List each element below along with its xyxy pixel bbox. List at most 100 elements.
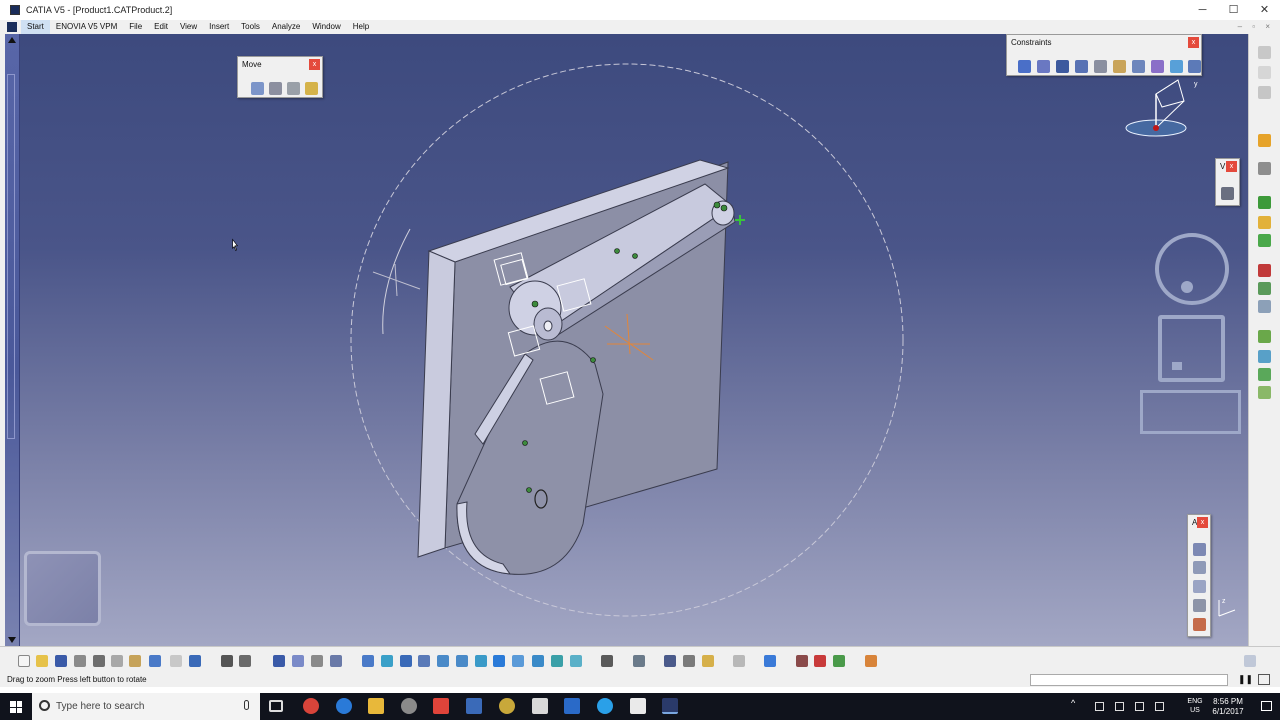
catalog-browser-icon[interactable] bbox=[330, 655, 342, 667]
battery-icon[interactable] bbox=[1095, 702, 1104, 711]
rotate-view-widget[interactable] bbox=[1155, 233, 1229, 305]
taskbar-clock[interactable]: 8:56 PM 6/1/2017 bbox=[1208, 697, 1248, 717]
model-view[interactable] bbox=[5, 34, 1248, 646]
clash-icon[interactable] bbox=[305, 82, 318, 95]
v-toolbar-close-button[interactable]: x bbox=[1226, 161, 1237, 172]
new-component-icon[interactable] bbox=[1258, 216, 1271, 229]
chrome-icon[interactable] bbox=[303, 698, 319, 714]
explode-icon[interactable] bbox=[287, 82, 300, 95]
menu-help[interactable]: Help bbox=[347, 20, 375, 34]
cut-icon[interactable] bbox=[93, 655, 105, 667]
pdf-app-icon[interactable] bbox=[433, 698, 449, 714]
fly-icon[interactable] bbox=[362, 655, 374, 667]
compass[interactable]: y x bbox=[1120, 74, 1200, 139]
tree-thumbnail[interactable] bbox=[24, 551, 101, 626]
menu-window[interactable]: Window bbox=[306, 20, 346, 34]
tools-app-icon[interactable] bbox=[532, 698, 548, 714]
catalog-icon[interactable] bbox=[1258, 162, 1271, 175]
product-icon[interactable] bbox=[1258, 86, 1271, 99]
pause-icon[interactable]: ❚❚ bbox=[1238, 674, 1253, 685]
notifications-icon[interactable] bbox=[1261, 701, 1272, 711]
menu-view[interactable]: View bbox=[174, 20, 203, 34]
network-icon[interactable] bbox=[1115, 702, 1124, 711]
angle-constraint-icon[interactable] bbox=[1075, 60, 1088, 73]
comment-icon[interactable] bbox=[239, 655, 251, 667]
rotate-icon[interactable] bbox=[418, 655, 430, 667]
3d-viewport[interactable]: Move x Constraints x V x A x y z bbox=[5, 34, 1248, 646]
undo-icon[interactable] bbox=[149, 655, 161, 667]
graph-tree-icon[interactable] bbox=[1258, 282, 1271, 295]
reorder-icon[interactable] bbox=[1258, 368, 1271, 381]
zoom-view-widget[interactable] bbox=[1140, 390, 1241, 434]
edge-icon[interactable] bbox=[336, 698, 352, 714]
whats-this-icon[interactable] bbox=[189, 655, 201, 667]
select-icon[interactable] bbox=[1258, 46, 1271, 59]
offset-constraint-icon[interactable] bbox=[1056, 60, 1069, 73]
movie-app-icon[interactable] bbox=[630, 698, 646, 714]
existing-component-icon[interactable] bbox=[1258, 196, 1271, 209]
grid-icon[interactable] bbox=[865, 655, 877, 667]
measure-icon[interactable] bbox=[311, 655, 323, 667]
task-view-icon[interactable] bbox=[269, 700, 283, 712]
manage-representations-icon[interactable] bbox=[633, 655, 645, 667]
print-icon[interactable] bbox=[74, 655, 86, 667]
language-indicator[interactable]: ENG US bbox=[1185, 697, 1205, 715]
zoom-in-icon[interactable] bbox=[437, 655, 449, 667]
fit-all-icon[interactable] bbox=[381, 655, 393, 667]
distance-icon[interactable] bbox=[664, 655, 676, 667]
menu-analyze[interactable]: Analyze bbox=[266, 20, 306, 34]
coincidence-constraint-icon[interactable] bbox=[1018, 60, 1031, 73]
constraints-toolbar-close-button[interactable]: x bbox=[1188, 37, 1199, 48]
symmetry-icon[interactable] bbox=[1258, 386, 1271, 399]
multi-instantiation-icon[interactable] bbox=[1258, 330, 1271, 343]
plane-icon[interactable] bbox=[764, 655, 776, 667]
open-file-icon[interactable] bbox=[36, 655, 48, 667]
annotation-note-icon[interactable] bbox=[1193, 599, 1206, 612]
save-icon[interactable] bbox=[55, 655, 67, 667]
scroll-up-arrow-icon[interactable] bbox=[8, 37, 16, 43]
maximize-button[interactable]: ☐ bbox=[1218, 0, 1249, 20]
close-button[interactable]: ✕ bbox=[1249, 0, 1280, 20]
menu-insert[interactable]: Insert bbox=[203, 20, 235, 34]
shading-icon[interactable] bbox=[532, 655, 544, 667]
new-file-icon[interactable] bbox=[18, 655, 30, 667]
pan-handle[interactable] bbox=[1172, 362, 1182, 370]
fast-multi-instantiation-icon[interactable] bbox=[1258, 350, 1271, 363]
scrollbar-thumb[interactable] bbox=[7, 74, 15, 439]
camera-icon[interactable] bbox=[601, 655, 613, 667]
fix-component-icon[interactable] bbox=[1094, 60, 1107, 73]
normal-view-icon[interactable] bbox=[475, 655, 487, 667]
document-window-controls[interactable]: – ▫ × bbox=[1238, 20, 1274, 34]
media-app-icon[interactable] bbox=[499, 698, 515, 714]
command-input[interactable] bbox=[1030, 674, 1228, 686]
text-leader-icon[interactable] bbox=[1193, 561, 1206, 574]
document-icon[interactable] bbox=[7, 22, 17, 32]
clash-analysis-icon[interactable] bbox=[683, 655, 695, 667]
windows-start-icon[interactable] bbox=[10, 701, 22, 713]
isometric-view-icon[interactable] bbox=[493, 655, 505, 667]
redo-icon[interactable] bbox=[170, 655, 182, 667]
menu-file[interactable]: File bbox=[123, 20, 148, 34]
simulation-icon[interactable] bbox=[833, 655, 845, 667]
bluetooth-icon[interactable] bbox=[1135, 702, 1144, 711]
view-mode-icon[interactable] bbox=[1221, 187, 1234, 200]
chevron-up-icon[interactable]: ^ bbox=[1071, 698, 1080, 708]
menu-enovia[interactable]: ENOVIA V5 VPM bbox=[50, 20, 123, 34]
zoom-out-icon[interactable] bbox=[456, 655, 468, 667]
sheet-icon[interactable] bbox=[1193, 618, 1206, 631]
pan-icon[interactable] bbox=[400, 655, 412, 667]
outlook-icon[interactable] bbox=[564, 698, 580, 714]
menu-edit[interactable]: Edit bbox=[148, 20, 174, 34]
table-icon[interactable] bbox=[273, 655, 285, 667]
replace-component-icon[interactable] bbox=[1258, 264, 1271, 277]
specification-tree-scrollbar[interactable] bbox=[5, 34, 20, 646]
move-toolbar-close-button[interactable]: x bbox=[309, 59, 320, 70]
flexible-rigid-icon[interactable] bbox=[1151, 60, 1164, 73]
paste-icon[interactable] bbox=[129, 655, 141, 667]
contact-constraint-icon[interactable] bbox=[1037, 60, 1050, 73]
skype-icon[interactable] bbox=[597, 698, 613, 714]
apply-material-icon[interactable] bbox=[814, 655, 826, 667]
file-explorer-icon[interactable] bbox=[368, 698, 384, 714]
update-icon[interactable] bbox=[292, 655, 304, 667]
change-constraint-icon[interactable] bbox=[1170, 60, 1183, 73]
